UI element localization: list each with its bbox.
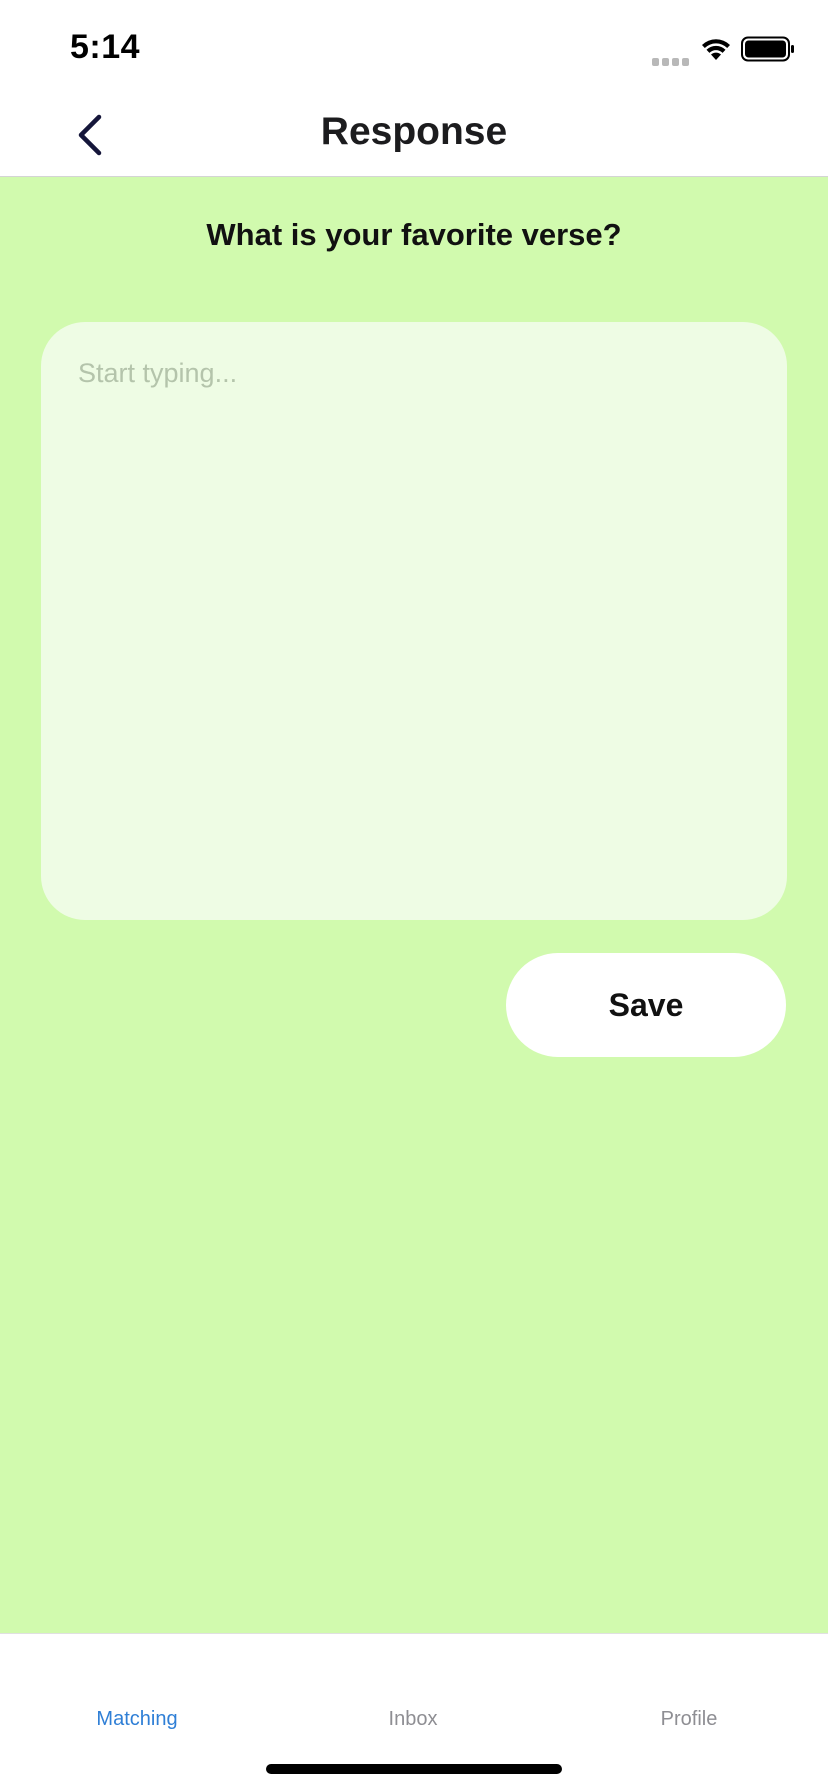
- navigation-bar: Response: [0, 96, 828, 177]
- response-text-box[interactable]: [41, 322, 787, 920]
- tab-inbox[interactable]: Inbox: [323, 1708, 503, 1731]
- question-text: What is your favorite verse?: [206, 217, 622, 252]
- home-indicator: [266, 1764, 562, 1774]
- tab-matching[interactable]: Matching: [47, 1708, 227, 1731]
- response-screen: 5:14 Response What is your favorite vers…: [0, 0, 828, 1792]
- battery-icon: [741, 36, 794, 62]
- signal-icon: [652, 53, 692, 66]
- response-content: What is your favorite verse? Save: [0, 177, 828, 1633]
- status-time: 5:14: [70, 28, 141, 66]
- page-title: Response: [320, 110, 508, 153]
- response-input[interactable]: [78, 358, 750, 884]
- wifi-icon: [702, 39, 730, 60]
- tab-profile[interactable]: Profile: [599, 1708, 779, 1731]
- status-bar: 5:14: [0, 0, 828, 96]
- save-button[interactable]: Save: [506, 953, 786, 1057]
